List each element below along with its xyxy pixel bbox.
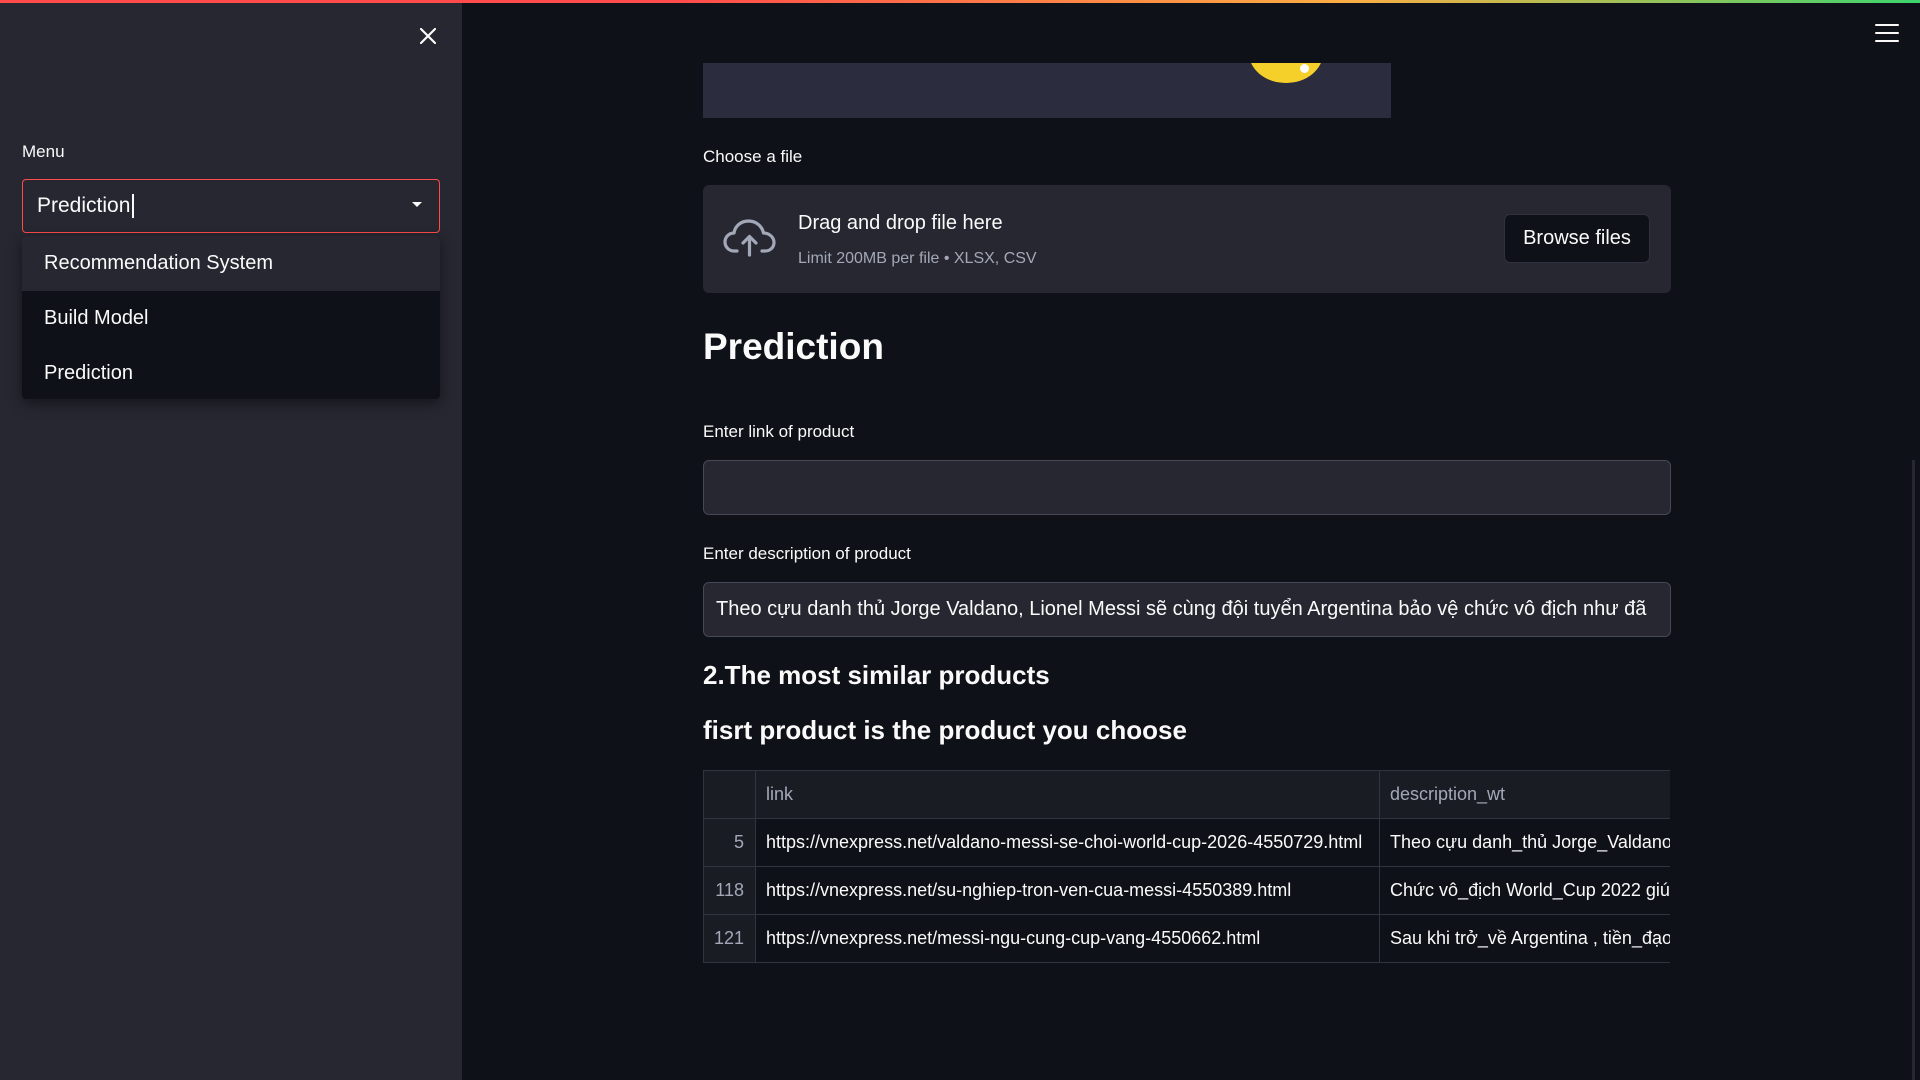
index-column-header [703,770,756,819]
menu-option-recommendation-system[interactable]: Recommendation System [22,236,440,291]
text-cursor [132,194,134,218]
first-product-note: fisrt product is the product you choose [703,715,1187,745]
description-cell[interactable]: Sau khi trở_về Argentina , tiền_đạo [1379,914,1670,963]
row-index: 5 [703,818,756,867]
banner-image [703,63,1391,118]
table-header-row: link description_wt [703,770,1670,819]
header-decoration-stripe [0,0,1920,3]
browse-files-button[interactable]: Browse files [1504,214,1650,263]
menu-select[interactable]: Prediction [22,179,440,233]
upload-limit-text: Limit 200MB per file • XLSX, CSV [798,250,1037,267]
table-row: 121 https://vnexpress.net/messi-ngu-cung… [703,914,1670,963]
hamburger-menu-icon [1875,24,1899,27]
description-input[interactable]: Theo cựu danh thủ Jorge Valdano, Lionel … [703,582,1671,637]
banner-image-highlight [1300,64,1309,73]
hamburger-line [1875,31,1899,35]
link-column-header[interactable]: link [755,770,1380,819]
link-cell[interactable]: https://vnexpress.net/messi-ngu-cung-cup… [755,914,1380,963]
menu-option-build-model[interactable]: Build Model [22,291,440,346]
menu-label: Menu [22,142,65,161]
table-row: 118 https://vnexpress.net/su-nghiep-tron… [703,866,1670,915]
file-uploader-dropzone[interactable]: Drag and drop file here Limit 200MB per … [703,185,1671,293]
banner-image-shape [1249,63,1323,83]
table-row: 5 https://vnexpress.net/valdano-messi-se… [703,818,1670,867]
link-input[interactable] [703,460,1671,515]
description-column-header[interactable]: description_wt [1379,770,1670,819]
page-scrollbar[interactable] [1912,460,1915,1080]
chevron-down-icon [412,202,422,207]
hamburger-line [1875,39,1899,42]
link-input-label: Enter link of product [703,422,855,441]
menu-dropdown: Recommendation System Build Model Predic… [22,236,440,399]
description-input-label: Enter description of product [703,544,911,563]
link-cell[interactable]: https://vnexpress.net/valdano-messi-se-c… [755,818,1380,867]
page-title: Prediction [703,326,884,367]
drag-drop-text: Drag and drop file here [798,212,1003,234]
description-cell[interactable]: Chức vô_địch World_Cup 2022 giúp [1379,866,1670,915]
close-icon [419,27,437,45]
description-cell[interactable]: Theo cựu danh_thủ Jorge_Valdano [1379,818,1670,867]
menu-option-prediction[interactable]: Prediction [22,346,440,399]
main-menu-button[interactable] [1874,22,1900,44]
cloud-upload-icon [723,219,776,257]
similar-products-table[interactable]: link description_wt 5 https://vnexpress.… [703,770,1670,964]
row-index: 118 [703,866,756,915]
sidebar: Menu Prediction Recommendation System Bu… [0,0,462,1080]
row-index: 121 [703,914,756,963]
similar-products-heading: 2.The most similar products [703,660,1050,690]
uploader-label: Choose a file [703,147,803,166]
menu-select-value: Prediction [37,194,131,217]
link-cell[interactable]: https://vnexpress.net/su-nghiep-tron-ven… [755,866,1380,915]
close-sidebar-button[interactable] [412,20,444,52]
